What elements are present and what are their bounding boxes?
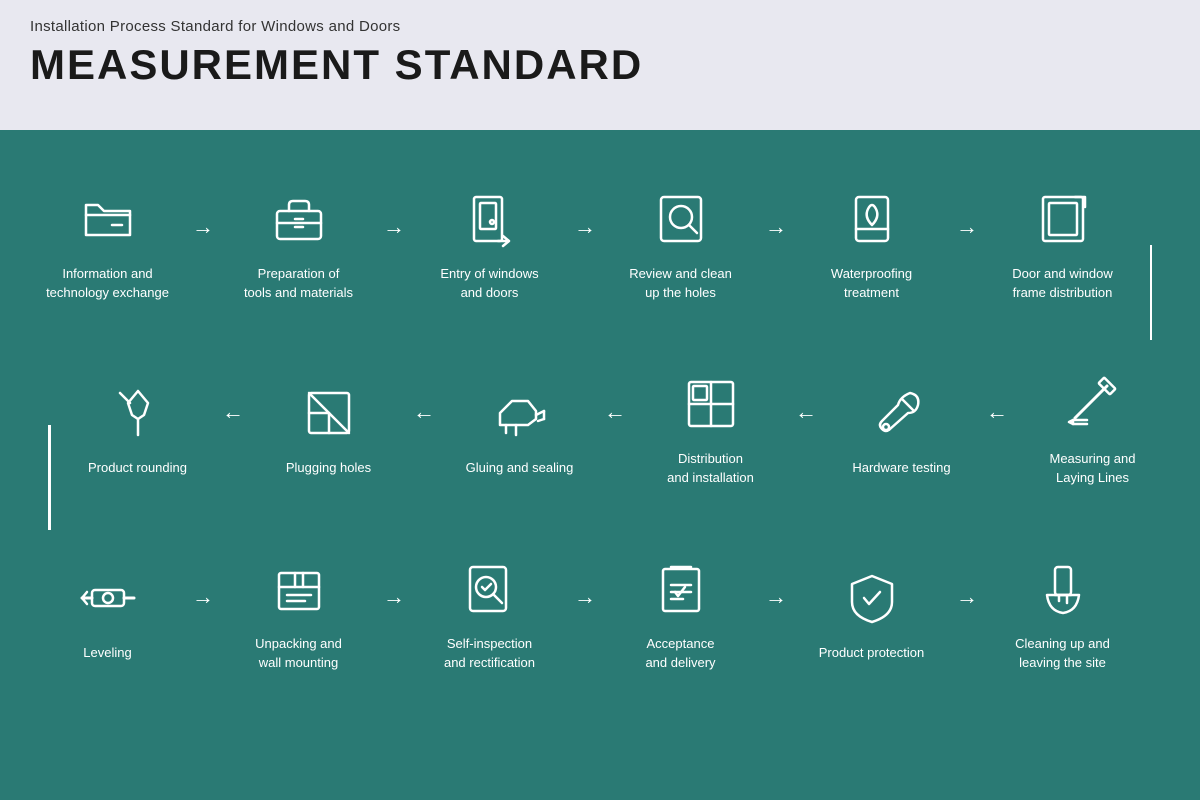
step-distribution: Distributionand installation xyxy=(633,368,788,486)
step-hardware: Hardware testing xyxy=(824,377,979,477)
square-corner-icon xyxy=(293,377,365,449)
arrow-1: → xyxy=(185,214,221,240)
shield-check-icon xyxy=(836,562,908,634)
level-icon xyxy=(72,562,144,634)
arrow-6-rev: → xyxy=(979,399,1015,425)
step-protection: Product protection xyxy=(794,562,949,662)
step-self-inspect: Self-inspectionand rectification xyxy=(412,553,567,671)
header: Installation Process Standard for Window… xyxy=(0,0,1200,130)
header-subtitle: Installation Process Standard for Window… xyxy=(30,18,1170,35)
step-gluing: Gluing and sealing xyxy=(442,377,597,477)
step-cleanup: Cleaning up andleaving the site xyxy=(985,553,1140,671)
magnifier-icon xyxy=(645,183,717,255)
glue-gun-icon xyxy=(484,377,556,449)
step-review-holes: Review and cleanup the holes xyxy=(603,183,758,301)
arrow-13: → xyxy=(567,584,603,610)
step-measuring: Measuring andLaying Lines xyxy=(1015,368,1170,486)
pencil-ruler-icon xyxy=(1057,368,1129,440)
v-connector-right xyxy=(1150,245,1153,340)
package-icon xyxy=(263,553,335,625)
step-info-tech: Information andtechnology exchange xyxy=(30,183,185,301)
arrow-5: → xyxy=(949,214,985,240)
step-waterproofing: Waterproofingtreatment xyxy=(794,183,949,301)
step-rounding: Product rounding xyxy=(60,377,215,477)
arrow-2: → xyxy=(376,214,412,240)
arrow-8-rev: → xyxy=(597,399,633,425)
wrench-icon xyxy=(866,377,938,449)
header-title: MEASUREMENT STANDARD xyxy=(30,41,1170,89)
broom-icon xyxy=(1027,553,1099,625)
step-frame-dist: Door and windowframe distribution xyxy=(985,183,1140,301)
toolbox-icon xyxy=(263,183,335,255)
step-unpacking: Unpacking andwall mounting xyxy=(221,553,376,671)
step-acceptance: Acceptanceand delivery xyxy=(603,553,758,671)
arrow-9-rev: → xyxy=(406,399,442,425)
main-content: Information andtechnology exchange → Pre… xyxy=(0,130,1200,800)
v-connector-left xyxy=(48,425,51,520)
step-plugging: Plugging holes xyxy=(251,377,406,477)
arrow-7-rev: → xyxy=(788,399,824,425)
arrow-4: → xyxy=(758,214,794,240)
arrow-15: → xyxy=(949,584,985,610)
clipboard-check-icon xyxy=(645,553,717,625)
arrow-12: → xyxy=(376,584,412,610)
waterproof-icon xyxy=(836,183,908,255)
magnifier-check-icon xyxy=(454,553,526,625)
arrow-14: → xyxy=(758,584,794,610)
arrow-10-rev: → xyxy=(215,399,251,425)
step-leveling: Leveling xyxy=(30,562,185,662)
v-start-3 xyxy=(48,520,51,530)
step-entry-windows: Entry of windowsand doors xyxy=(412,183,567,301)
frame-icon xyxy=(1027,183,1099,255)
arrow-3: → xyxy=(567,214,603,240)
arrow-11: → xyxy=(185,584,221,610)
step-tools-prep: Preparation oftools and materials xyxy=(221,183,376,301)
pin-icon xyxy=(102,377,174,449)
grid-panel-icon xyxy=(675,368,747,440)
door-entry-icon xyxy=(454,183,526,255)
folder-icon xyxy=(72,183,144,255)
